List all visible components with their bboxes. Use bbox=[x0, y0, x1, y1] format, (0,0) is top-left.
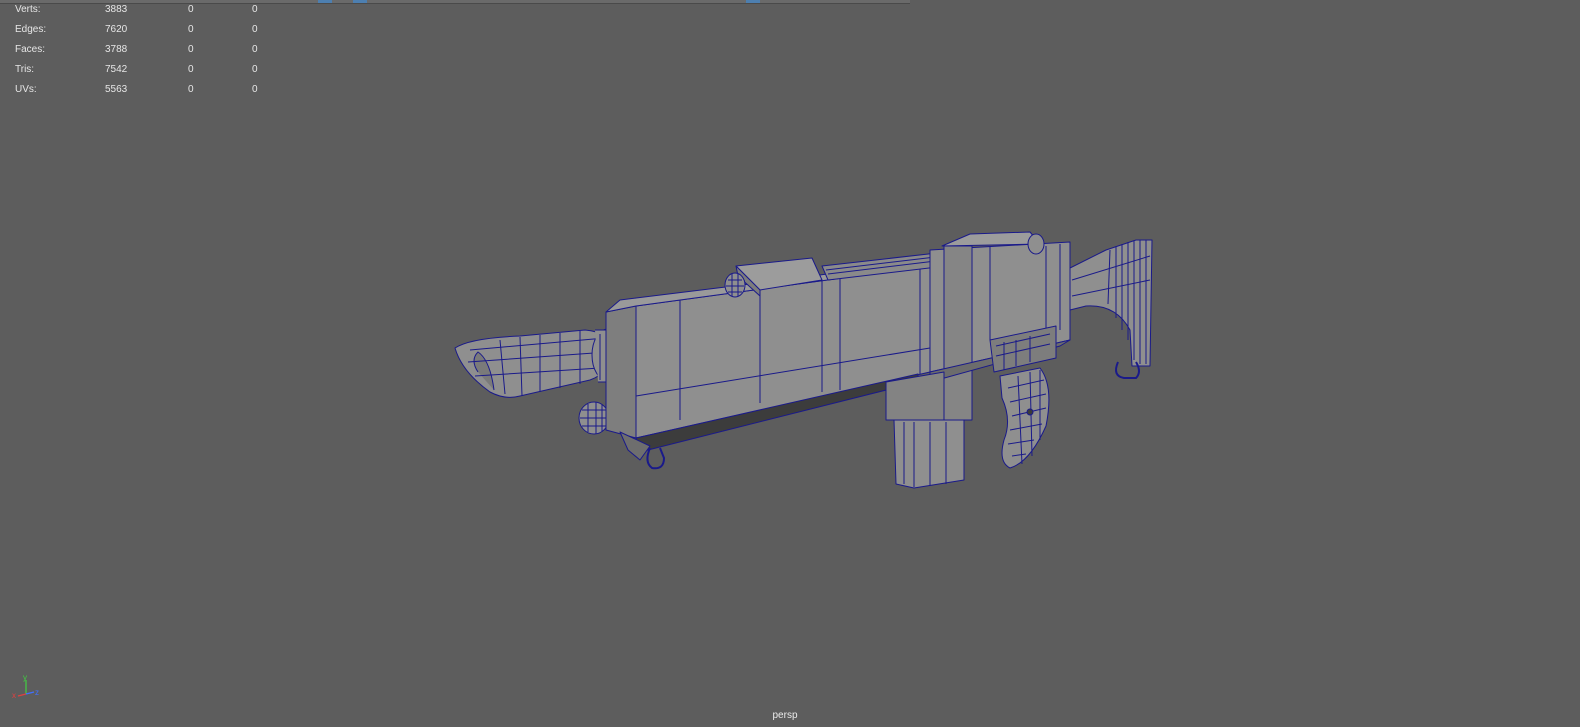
top-knob bbox=[724, 272, 746, 298]
sling-loop-front bbox=[646, 447, 665, 470]
camera-name-label: persp bbox=[772, 710, 798, 721]
x-axis-line bbox=[17, 693, 27, 697]
pistol-grip bbox=[999, 367, 1050, 469]
z-axis-label: z bbox=[35, 688, 39, 697]
z-axis-line bbox=[25, 691, 35, 695]
gun-mesh-model[interactable] bbox=[0, 0, 1580, 727]
x-axis-label: x bbox=[12, 691, 16, 700]
y-axis-label: y bbox=[23, 673, 27, 682]
receiver-front-face bbox=[605, 305, 637, 439]
perspective-viewport[interactable]: Verts: 3883 0 0 Edges: 7620 0 0 Faces: 3… bbox=[0, 0, 1580, 727]
axis-gizmo: y x z bbox=[12, 673, 39, 700]
